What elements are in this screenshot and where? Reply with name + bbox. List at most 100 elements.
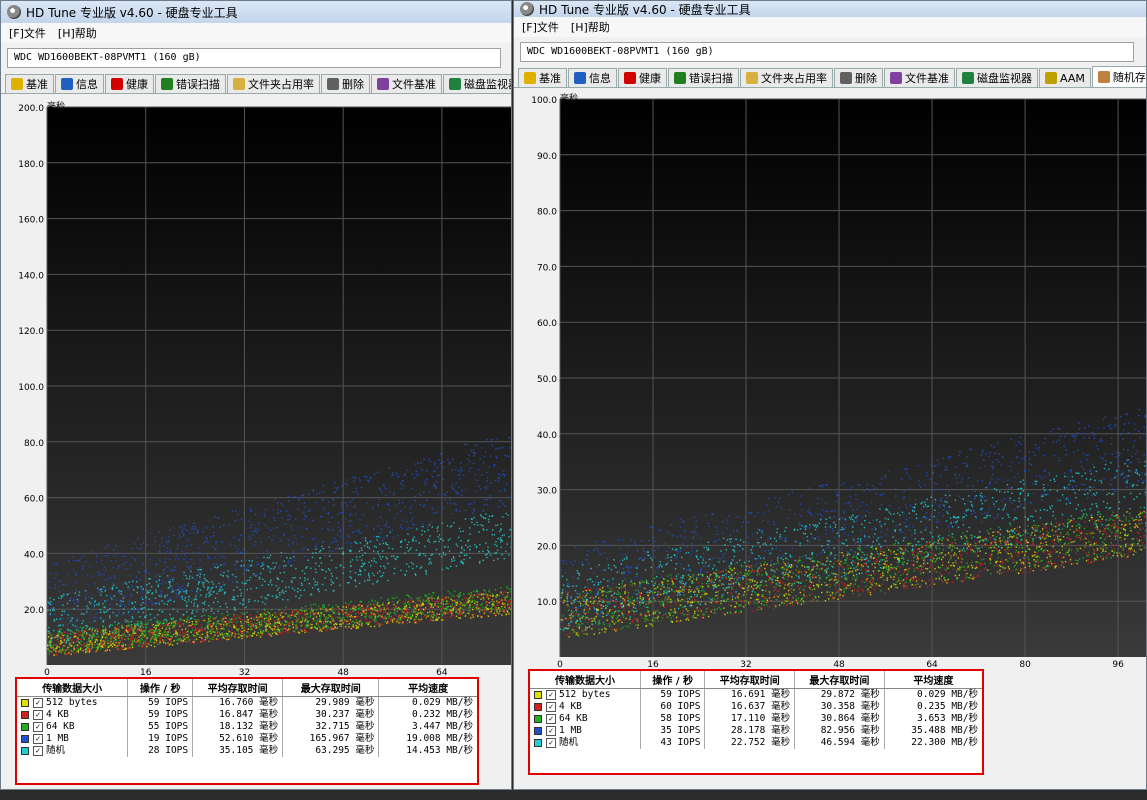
left-title-bar[interactable]: HD Tune 专业版 v4.60 - 硬盘专业工具 (1, 1, 511, 23)
series-checkbox[interactable]: ✓ (546, 689, 556, 700)
tab-random-access[interactable]: 随机存取 (1091, 66, 1146, 87)
tab-trash[interactable]: 删除 (834, 68, 883, 87)
table-row: ✓ 64 KB 55 IOPS 18.132 毫秒 32.715 毫秒 3.447 MB/… (17, 721, 477, 733)
y-tick-label: 20.0 (24, 606, 44, 616)
column-header: 传输数据大小 (17, 679, 128, 697)
max-cell: 82.956 毫秒 (794, 725, 885, 737)
magnifier-icon (161, 78, 173, 90)
series-checkbox[interactable]: ✓ (33, 721, 43, 732)
ops-cell: 43 IOPS (639, 737, 705, 749)
right-random-access-chart: 100.0 90.0 80.0 70.0 60.0 50.0 40.0 30.0 20.0 10.… (514, 89, 1146, 669)
tab-info[interactable]: 信息 (568, 68, 617, 87)
y-tick-label: 100.0 (531, 96, 557, 106)
column-header: 最大存取时间 (282, 679, 379, 697)
table-row: ✓ 4 KB 60 IOPS 16.637 毫秒 30.358 毫秒 0.235 MB/秒 (530, 701, 982, 713)
right-title-bar[interactable]: HD Tune 专业版 v4.60 - 硬盘专业工具 (514, 1, 1146, 17)
monitor-chart-icon (449, 78, 461, 90)
size-cell: ✓ 4 KB (530, 701, 640, 713)
tab-trash[interactable]: 删除 (321, 74, 370, 93)
ops-cell: 59 IOPS (639, 688, 705, 701)
right-drive-select[interactable]: WDC WD1600BEKT-08PVMT1 (160 gB) (520, 42, 1134, 62)
series-color-swatch (21, 722, 29, 731)
speed-cell: 3.447 MB/秒 (378, 721, 477, 733)
tab-benchmark[interactable]: 基准 (5, 74, 54, 93)
right-window-title: HD Tune 专业版 v4.60 - 硬盘专业工具 (539, 2, 751, 17)
tab-label: 磁盘监视器 (464, 78, 511, 91)
tab-monitor-chart[interactable]: 磁盘监视器 (956, 68, 1038, 87)
speed-cell: 22.300 MB/秒 (883, 737, 982, 749)
y-tick-label: 100.0 (18, 383, 44, 393)
menu-file[interactable]: [F]文件 (9, 25, 46, 41)
right-window: HD Tune 专业版 v4.60 - 硬盘专业工具 [F]文件 [H]帮助 W… (513, 0, 1147, 790)
speaker-icon (1045, 72, 1057, 84)
tab-file-benchmark[interactable]: 文件基准 (371, 74, 442, 93)
size-label: 64 KB (46, 721, 75, 732)
column-header: 平均存取时间 (704, 671, 795, 689)
size-label: 512 bytes (46, 697, 98, 708)
column-header: 平均存取时间 (192, 679, 283, 697)
tab-monitor-chart[interactable]: 磁盘监视器 (443, 74, 511, 93)
left-results-table: 传输数据大小 操作 / 秒平均存取时间 最大存取时间 平均速度 ✓ 512 bytes 59… (17, 679, 477, 757)
series-checkbox[interactable]: ✓ (546, 701, 556, 712)
info-icon (61, 78, 73, 90)
y-unit-label: 毫秒 (47, 100, 65, 112)
menu-help[interactable]: [H]帮助 (58, 25, 97, 41)
max-cell: 30.358 毫秒 (794, 701, 885, 713)
table-row: ✓ 1 MB 19 IOPS 52.610 毫秒 165.967 毫秒 19.008 MB… (17, 733, 477, 745)
tab-folder[interactable]: 文件夹占用率 (740, 68, 833, 87)
series-checkbox[interactable]: ✓ (33, 745, 43, 756)
column-header: 最大存取时间 (794, 671, 885, 689)
max-cell: 30.237 毫秒 (282, 709, 379, 721)
x-tick-label: 16 (647, 660, 659, 669)
left-drive-select[interactable]: WDC WD1600BEKT-08PVMT1 (160 gB) (7, 48, 501, 68)
folder-icon (746, 72, 758, 84)
series-color-swatch (21, 734, 29, 743)
column-header: 操作 / 秒 (639, 671, 705, 689)
tab-label: 文件夹占用率 (761, 72, 827, 85)
tab-health-cross[interactable]: 健康 (105, 74, 154, 93)
series-checkbox[interactable]: ✓ (33, 697, 43, 708)
series-checkbox[interactable]: ✓ (546, 713, 556, 724)
tab-folder[interactable]: 文件夹占用率 (227, 74, 320, 93)
hdtune-app-icon (7, 5, 21, 19)
speed-cell: 3.653 MB/秒 (883, 713, 982, 725)
info-icon (574, 72, 586, 84)
tab-info[interactable]: 信息 (55, 74, 104, 93)
y-tick-label: 200.0 (18, 104, 44, 114)
tab-health-cross[interactable]: 健康 (618, 68, 667, 87)
max-cell: 46.594 毫秒 (794, 737, 885, 749)
avg-cell: 16.637 毫秒 (704, 701, 795, 713)
series-checkbox[interactable]: ✓ (546, 725, 556, 736)
random-access-plot: 100.0 90.0 80.0 70.0 60.0 50.0 40.0 30.0 20.0 10.… (531, 92, 1146, 669)
series-checkbox[interactable]: ✓ (33, 733, 43, 744)
x-tick-label: 64 (926, 660, 938, 669)
ops-cell: 55 IOPS (127, 721, 193, 733)
menu-help[interactable]: [H]帮助 (571, 19, 610, 35)
y-tick-label: 20.0 (537, 542, 557, 552)
table-row: ✓ 512 bytes 59 IOPS 16.760 毫秒 29.989 毫秒 0.029… (17, 696, 477, 709)
size-label: 4 KB (46, 709, 69, 720)
magnifier-icon (674, 72, 686, 84)
y-tick-label: 80.0 (24, 439, 44, 449)
table-row: ✓ 随机 28 IOPS 35.105 毫秒 63.295 毫秒 14.453 MB/秒 (17, 745, 477, 757)
tab-magnifier[interactable]: 错误扫描 (155, 74, 226, 93)
column-header: 传输数据大小 (530, 671, 641, 689)
series-checkbox[interactable]: ✓ (33, 709, 43, 720)
tab-magnifier[interactable]: 错误扫描 (668, 68, 739, 87)
menu-file[interactable]: [F]文件 (522, 19, 559, 35)
x-tick-label: 0 (44, 668, 50, 677)
tab-file-benchmark[interactable]: 文件基准 (884, 68, 955, 87)
tab-speaker[interactable]: AAM (1039, 68, 1091, 87)
benchmark-icon (11, 78, 23, 90)
tab-benchmark[interactable]: 基准 (518, 68, 567, 87)
speed-cell: 35.488 MB/秒 (883, 725, 982, 737)
tab-label: 信息 (76, 78, 98, 91)
column-header: 平均速度 (883, 671, 982, 689)
y-tick-label: 50.0 (537, 375, 557, 385)
left-tab-strip: 基准 信息 健康 错误扫描 文件夹占用率 删除 文件基准 磁盘监视器 (1, 73, 511, 94)
monitor-chart-icon (962, 72, 974, 84)
series-color-swatch (534, 702, 542, 711)
ops-cell: 59 IOPS (127, 696, 193, 709)
max-cell: 29.989 毫秒 (282, 696, 379, 709)
series-checkbox[interactable]: ✓ (546, 737, 556, 748)
